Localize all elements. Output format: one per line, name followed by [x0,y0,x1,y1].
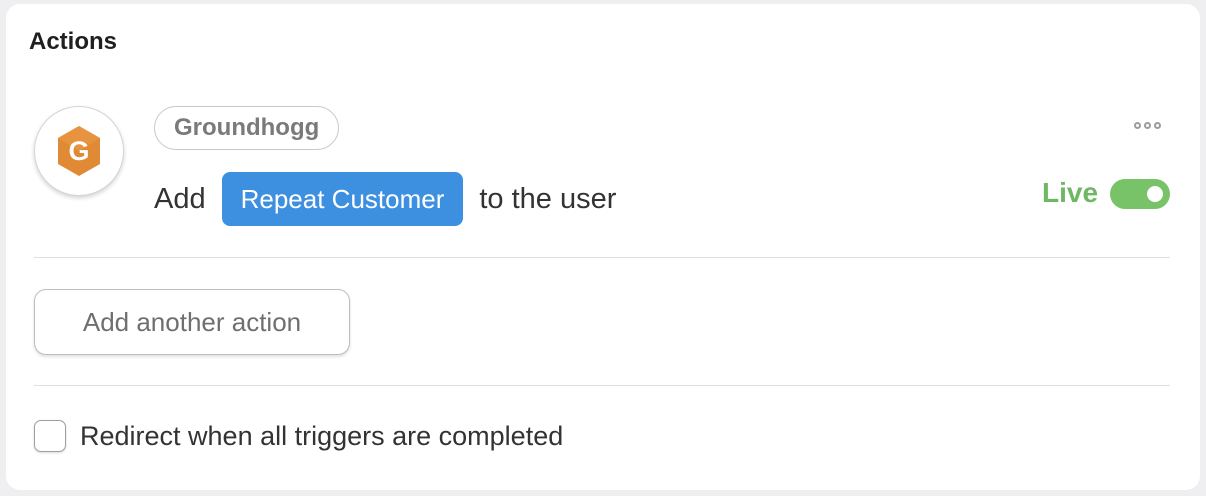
live-toggle[interactable] [1110,179,1170,209]
action-suffix: to the user [479,182,617,215]
actions-card: Actions G Groundhogg Add Repeat Customer… [6,4,1200,490]
provider-pill: Groundhogg [154,106,340,150]
redirect-label[interactable]: Redirect when all triggers are completed [80,421,563,452]
provider-logo: G [34,106,124,196]
add-another-action-button[interactable]: Add another action [34,289,350,355]
status-label: Live [1042,177,1099,208]
redirect-option: Redirect when all triggers are completed [34,420,563,452]
tag-chip[interactable]: Repeat Customer [221,172,464,226]
action-sentence: Add Repeat Customer to the user [154,172,616,226]
action-verb: Add [154,182,206,215]
svg-text:G: G [68,136,89,166]
divider [34,257,1170,258]
divider [34,385,1170,386]
section-title: Actions [29,28,118,55]
more-options-icon[interactable] [1134,122,1161,129]
redirect-checkbox[interactable] [34,420,66,452]
toggle-knob [1147,186,1163,202]
groundhogg-logo-icon: G [58,126,100,176]
